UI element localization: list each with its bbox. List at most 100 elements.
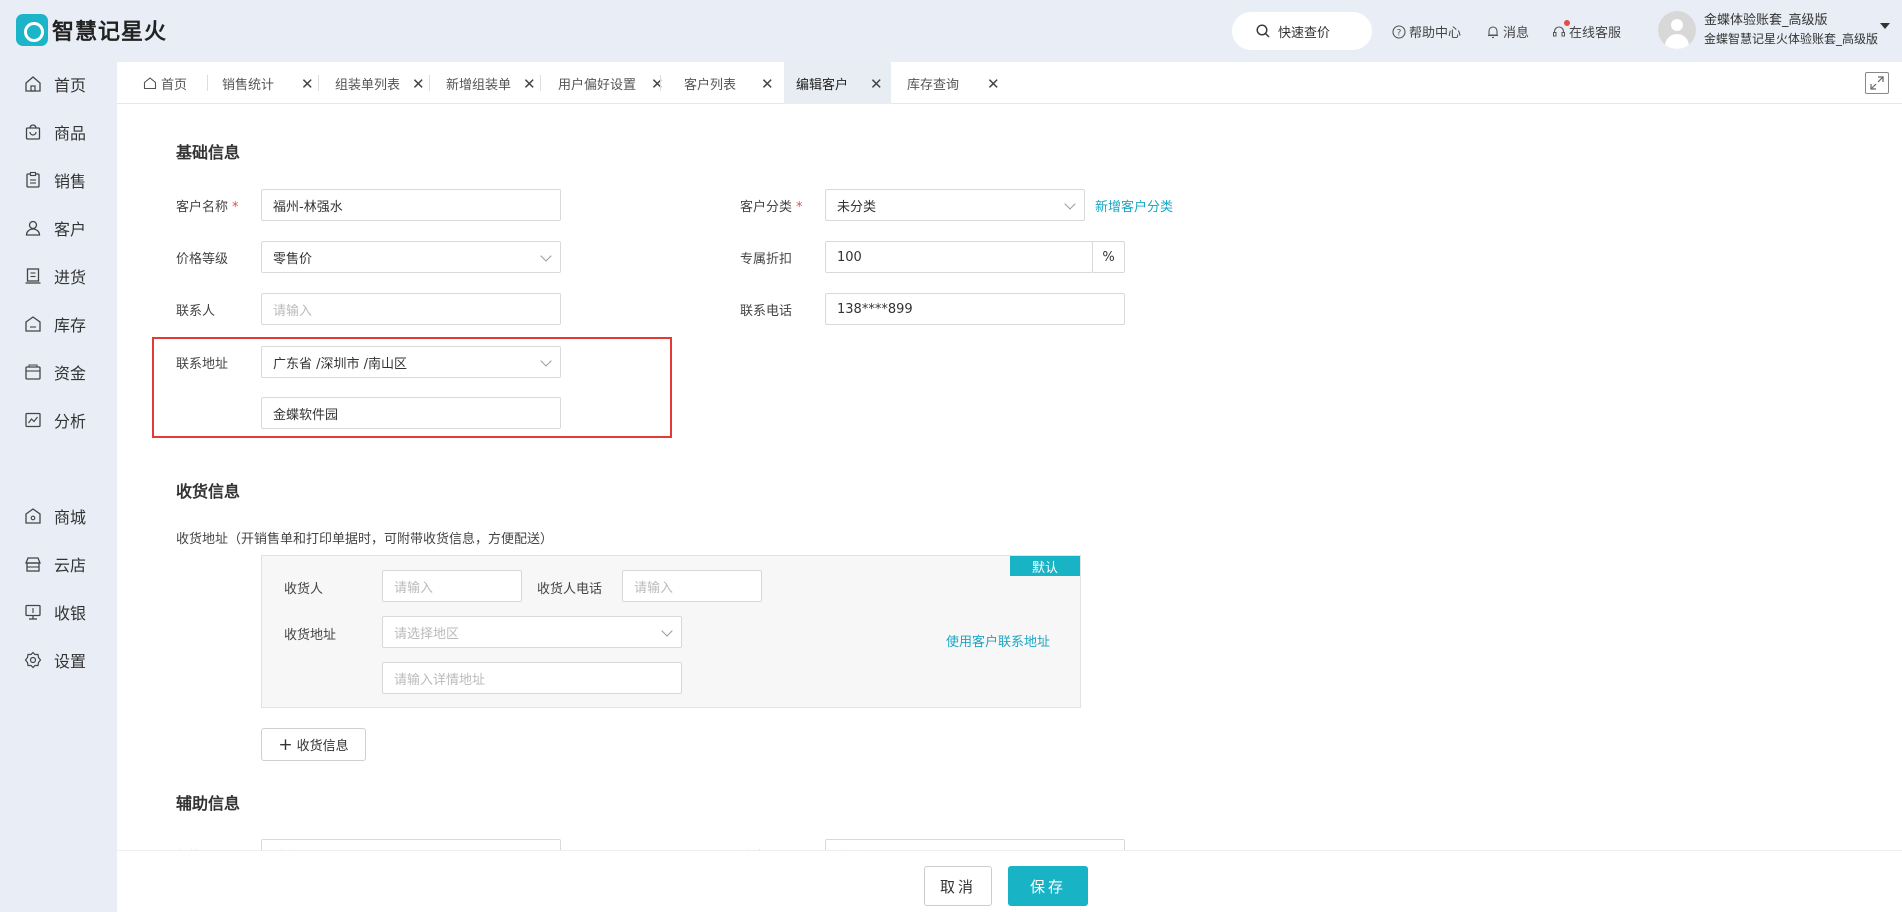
logo-icon [16,14,48,46]
save-button[interactable]: 保存 [1008,866,1088,906]
tab-label: 组装单列表 [335,77,401,93]
tab-new-assembly[interactable]: 新增组装单 ✕ [446,62,550,104]
notification-dot [1564,20,1570,26]
sidebar-item-label: 分析 [54,412,87,431]
help-center-link[interactable]: ? 帮助中心 [1392,22,1461,41]
sidebar-item-label: 资金 [54,364,87,383]
close-icon[interactable]: ✕ [651,75,664,93]
receiver-input[interactable]: 请输入 [382,570,522,602]
sidebar-item-home[interactable]: 首页 [24,72,86,96]
sidebar-item-label: 设置 [54,652,87,671]
ship-region-select[interactable]: 请选择地区 [382,616,682,648]
sidebar-item-label: 客户 [54,220,87,239]
clipboard-icon [26,171,40,188]
price-level-select[interactable]: 零售价 [261,241,561,273]
phone-input[interactable]: 138****899 [825,293,1125,325]
sidebar-item-sales[interactable]: 销售 [24,168,86,192]
basic-info-title: 基础信息 [176,143,241,162]
new-category-link[interactable]: 新增客户分类 [1095,196,1173,215]
app-logo[interactable]: 智慧记星火 [16,14,167,46]
wallet-icon [25,364,41,380]
sidebar-item-mall[interactable]: 商城 [24,504,86,528]
ship-detail-input[interactable]: 请输入详情地址 [382,662,682,694]
contact-input[interactable]: 请输入 [261,293,561,325]
receiver-phone-input[interactable]: 请输入 [622,570,762,602]
sidebar-item-analysis[interactable]: 分析 [24,408,86,432]
sidebar-item-settings[interactable]: 设置 [24,648,86,672]
sidebar-item-funds[interactable]: 资金 [24,360,86,384]
headset-icon [1553,25,1565,36]
cashier-icon [25,604,41,620]
svg-text:?: ? [1397,28,1402,38]
tab-home[interactable]: 首页 [143,62,213,104]
default-badge: 默认 [1010,556,1080,576]
help-icon: ? [1392,24,1406,39]
chevron-down-icon [540,250,552,262]
caret-down-icon [1880,23,1890,29]
top-bar: 智慧记星火 快速查价 ? 帮助中心 消息 在线客服 金蝶体验账套_高级版 金蝶智… [0,0,1902,62]
sidebar-item-label: 进货 [54,268,87,287]
use-contact-address-link[interactable]: 使用客户联系地址 [946,631,1050,650]
tab-user-preferences[interactable]: 用户偏好设置 ✕ [558,62,670,104]
shipping-info-title: 收货信息 [176,482,241,501]
sidebar-item-inventory[interactable]: 库存 [24,312,86,336]
customer-category-select[interactable]: 未分类 [825,189,1085,221]
bag-icon [25,124,41,140]
tab-customer-list[interactable]: 客户列表 ✕ [684,62,796,104]
messages-link[interactable]: 消息 [1486,22,1529,41]
quick-price-search-button[interactable]: 快速查价 [1232,12,1372,50]
sidebar-item-customers[interactable]: 客户 [24,216,86,240]
sidebar-item-purchase[interactable]: 进货 [24,264,86,288]
help-center-label: 帮助中心 [1409,26,1462,41]
ship-address-label: 收货地址 [284,628,337,643]
close-icon[interactable]: ✕ [412,75,425,93]
user-menu[interactable]: 金蝶体验账套_高级版 金蝶智慧记星火体验账套_高级版 [1658,11,1890,49]
tab-edit-customer[interactable]: 编辑客户 ✕ [784,62,891,104]
tab-label: 用户偏好设置 [558,77,637,93]
chevron-down-icon [661,625,673,637]
close-icon[interactable]: ✕ [987,75,1000,93]
user-account-sub: 金蝶智慧记星火体验账套_高级版 [1704,32,1879,46]
price-level-label: 价格等级 [176,252,229,267]
sidebar-item-label: 商城 [54,508,87,527]
cancel-button[interactable]: 取消 [924,866,992,906]
online-service-label: 在线客服 [1569,26,1622,41]
customer-name-label: 客户名称 * [176,196,239,215]
search-icon [1256,24,1270,38]
tab-bar: 首页 销售统计 ✕ 组装单列表 ✕ 新增组装单 ✕ 用户偏好设置 ✕ 客户列表 … [117,62,1902,104]
discount-input[interactable]: 100 [825,241,1093,273]
sidebar-item-cashier[interactable]: 收银 [24,600,86,624]
tab-divider [429,75,430,91]
tab-divider [207,75,208,91]
tab-label: 销售统计 [222,77,275,93]
warehouse-icon [25,316,41,332]
close-icon[interactable]: ✕ [301,75,314,93]
tab-sales-stats[interactable]: 销售统计 ✕ [222,62,330,104]
label-text: 客户分类 [740,200,793,215]
tab-assembly-list[interactable]: 组装单列表 ✕ [335,62,439,104]
close-icon[interactable]: ✕ [761,75,774,93]
tab-inventory-query[interactable]: 库存查询 ✕ [907,62,1017,104]
sidebar-item-label: 库存 [54,316,87,335]
close-icon[interactable]: ✕ [523,75,536,93]
home-icon [143,77,157,90]
tab-label: 编辑客户 [796,77,849,93]
sidebar-item-cloud-store[interactable]: 云店 [24,552,86,576]
address-detail-input[interactable]: 金蝶软件园 [261,397,561,429]
home-icon [25,76,41,92]
discount-label: 专属折扣 [740,252,793,267]
shipping-description: 收货地址（开销售单和打印单据时，可附带收货信息，方便配送） [176,532,554,547]
quick-search-label: 快速查价 [1278,25,1331,41]
add-shipping-button[interactable]: + 收货信息 [261,728,366,761]
fullscreen-icon[interactable] [1865,72,1889,94]
online-service-link[interactable]: 在线客服 [1552,20,1622,41]
tab-label: 首页 [161,77,188,93]
sidebar-item-goods[interactable]: 商品 [24,120,86,144]
tab-label: 客户列表 [684,77,737,93]
sidebar: 首页 商品 销售 客户 进货 库存 资金 分析 商城 云店 收银 设置 [0,62,115,912]
customer-name-input[interactable]: 福州-林强水 [261,189,561,221]
select-value: 广东省 /深圳市 /南山区 [273,356,408,372]
close-icon[interactable]: ✕ [870,75,883,93]
chevron-down-icon [540,355,552,367]
region-select[interactable]: 广东省 /深圳市 /南山区 [261,346,561,378]
